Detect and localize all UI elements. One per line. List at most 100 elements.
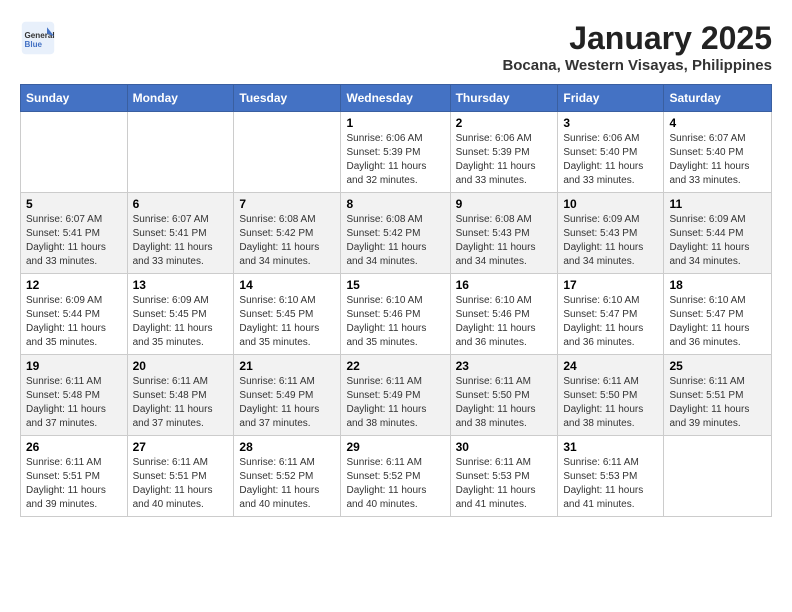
day-info: Sunrise: 6:11 AM Sunset: 5:48 PM Dayligh… xyxy=(133,375,229,431)
day-number: 2 xyxy=(456,116,553,130)
calendar-cell: 15 Sunrise: 6:10 AM Sunset: 5:46 PM Dayli… xyxy=(341,274,450,355)
day-number: 13 xyxy=(133,278,229,292)
day-info: Sunrise: 6:11 AM Sunset: 5:50 PM Dayligh… xyxy=(456,375,553,431)
day-number: 20 xyxy=(133,359,229,373)
calendar-cell: 21 Sunrise: 6:11 AM Sunset: 5:49 PM Dayli… xyxy=(234,355,341,436)
day-number: 3 xyxy=(563,116,658,130)
day-info: Sunrise: 6:07 AM Sunset: 5:40 PM Dayligh… xyxy=(669,132,766,188)
calendar-cell: 28 Sunrise: 6:11 AM Sunset: 5:52 PM Dayli… xyxy=(234,436,341,517)
day-info: Sunrise: 6:11 AM Sunset: 5:48 PM Dayligh… xyxy=(26,375,122,431)
calendar-cell: 30 Sunrise: 6:11 AM Sunset: 5:53 PM Dayli… xyxy=(450,436,558,517)
day-info: Sunrise: 6:11 AM Sunset: 5:49 PM Dayligh… xyxy=(239,375,335,431)
calendar-cell: 14Sunrise: 6:10 AM Sunset: 5:45 PM Dayli… xyxy=(234,274,341,355)
day-info: Sunrise: 6:09 AM Sunset: 5:44 PM Dayligh… xyxy=(669,213,766,269)
calendar-cell: 18Sunrise: 6:10 AM Sunset: 5:47 PM Dayli… xyxy=(664,274,772,355)
calendar-cell: 8Sunrise: 6:08 AM Sunset: 5:42 PM Daylig… xyxy=(341,193,450,274)
day-info: Sunrise: 6:11 AM Sunset: 5:53 PM Dayligh… xyxy=(456,456,553,512)
header-day-monday: Monday xyxy=(127,85,234,112)
week-row-2: 12 Sunrise: 6:09 AM Sunset: 5:44 PM Dayli… xyxy=(21,274,772,355)
day-number: 12 xyxy=(26,278,122,292)
week-row-0: 1 Sunrise: 6:06 AM Sunset: 5:39 PM Daylig… xyxy=(21,112,772,193)
day-number: 16 xyxy=(456,278,553,292)
calendar-cell: 13 Sunrise: 6:09 AM Sunset: 5:45 PM Dayli… xyxy=(127,274,234,355)
calendar-cell: 7 Sunrise: 6:08 AM Sunset: 5:42 PM Daylig… xyxy=(234,193,341,274)
week-row-3: 19 Sunrise: 6:11 AM Sunset: 5:48 PM Dayli… xyxy=(21,355,772,436)
calendar-cell: 20 Sunrise: 6:11 AM Sunset: 5:48 PM Dayli… xyxy=(127,355,234,436)
day-info: Sunrise: 6:06 AM Sunset: 5:39 PM Dayligh… xyxy=(456,132,553,188)
header-day-thursday: Thursday xyxy=(450,85,558,112)
day-info: Sunrise: 6:11 AM Sunset: 5:52 PM Dayligh… xyxy=(346,456,444,512)
day-number: 4 xyxy=(669,116,766,130)
day-info: Sunrise: 6:09 AM Sunset: 5:45 PM Dayligh… xyxy=(133,294,229,350)
calendar-cell xyxy=(234,112,341,193)
day-info: Sunrise: 6:08 AM Sunset: 5:42 PM Dayligh… xyxy=(346,213,444,269)
day-number: 10 xyxy=(563,197,658,211)
day-number: 25 xyxy=(669,359,766,373)
day-info: Sunrise: 6:08 AM Sunset: 5:43 PM Dayligh… xyxy=(456,213,553,269)
calendar-cell: 17 Sunrise: 6:10 AM Sunset: 5:47 PM Dayli… xyxy=(558,274,664,355)
calendar-cell: 27 Sunrise: 6:11 AM Sunset: 5:51 PM Dayli… xyxy=(127,436,234,517)
page-header: General Blue January 2025 Bocana, Wester… xyxy=(20,20,772,74)
day-number: 30 xyxy=(456,440,553,454)
calendar-header: SundayMondayTuesdayWednesdayThursdayFrid… xyxy=(21,85,772,112)
calendar-cell: 29 Sunrise: 6:11 AM Sunset: 5:52 PM Dayli… xyxy=(341,436,450,517)
day-info: Sunrise: 6:11 AM Sunset: 5:53 PM Dayligh… xyxy=(563,456,658,512)
day-number: 18 xyxy=(669,278,766,292)
day-number: 23 xyxy=(456,359,553,373)
day-info: Sunrise: 6:06 AM Sunset: 5:39 PM Dayligh… xyxy=(346,132,444,188)
day-info: Sunrise: 6:11 AM Sunset: 5:52 PM Dayligh… xyxy=(239,456,335,512)
calendar-cell: 4 Sunrise: 6:07 AM Sunset: 5:40 PM Daylig… xyxy=(664,112,772,193)
logo-icon: General Blue xyxy=(20,20,56,56)
calendar-cell: 3 Sunrise: 6:06 AM Sunset: 5:40 PM Daylig… xyxy=(558,112,664,193)
week-row-4: 26 Sunrise: 6:11 AM Sunset: 5:51 PM Dayli… xyxy=(21,436,772,517)
week-row-1: 5 Sunrise: 6:07 AM Sunset: 5:41 PM Daylig… xyxy=(21,193,772,274)
day-info: Sunrise: 6:10 AM Sunset: 5:46 PM Dayligh… xyxy=(346,294,444,350)
calendar-cell: 23 Sunrise: 6:11 AM Sunset: 5:50 PM Dayli… xyxy=(450,355,558,436)
calendar-cell: 11 Sunrise: 6:09 AM Sunset: 5:44 PM Dayli… xyxy=(664,193,772,274)
header-day-tuesday: Tuesday xyxy=(234,85,341,112)
day-number: 19 xyxy=(26,359,122,373)
day-number: 21 xyxy=(239,359,335,373)
day-number: 28 xyxy=(239,440,335,454)
day-info: Sunrise: 6:10 AM Sunset: 5:45 PM Dayligh… xyxy=(239,294,335,350)
day-number: 7 xyxy=(239,197,335,211)
day-number: 31 xyxy=(563,440,658,454)
day-info: Sunrise: 6:11 AM Sunset: 5:50 PM Dayligh… xyxy=(563,375,658,431)
day-number: 1 xyxy=(346,116,444,130)
day-info: Sunrise: 6:11 AM Sunset: 5:49 PM Dayligh… xyxy=(346,375,444,431)
day-info: Sunrise: 6:11 AM Sunset: 5:51 PM Dayligh… xyxy=(133,456,229,512)
day-number: 17 xyxy=(563,278,658,292)
calendar-body: 1 Sunrise: 6:06 AM Sunset: 5:39 PM Daylig… xyxy=(21,112,772,517)
day-number: 11 xyxy=(669,197,766,211)
calendar-table: SundayMondayTuesdayWednesdayThursdayFrid… xyxy=(20,84,772,517)
day-info: Sunrise: 6:06 AM Sunset: 5:40 PM Dayligh… xyxy=(563,132,658,188)
header-day-sunday: Sunday xyxy=(21,85,128,112)
day-number: 22 xyxy=(346,359,444,373)
day-number: 15 xyxy=(346,278,444,292)
header-day-saturday: Saturday xyxy=(664,85,772,112)
calendar-cell xyxy=(21,112,128,193)
day-info: Sunrise: 6:07 AM Sunset: 5:41 PM Dayligh… xyxy=(133,213,229,269)
calendar-cell: 1 Sunrise: 6:06 AM Sunset: 5:39 PM Daylig… xyxy=(341,112,450,193)
header-row: SundayMondayTuesdayWednesdayThursdayFrid… xyxy=(21,85,772,112)
calendar-cell: 16Sunrise: 6:10 AM Sunset: 5:46 PM Dayli… xyxy=(450,274,558,355)
day-number: 26 xyxy=(26,440,122,454)
day-number: 27 xyxy=(133,440,229,454)
calendar-cell: 10Sunrise: 6:09 AM Sunset: 5:43 PM Dayli… xyxy=(558,193,664,274)
svg-text:Blue: Blue xyxy=(25,40,43,49)
day-number: 5 xyxy=(26,197,122,211)
day-number: 9 xyxy=(456,197,553,211)
logo: General Blue xyxy=(20,20,60,56)
day-info: Sunrise: 6:09 AM Sunset: 5:44 PM Dayligh… xyxy=(26,294,122,350)
calendar-cell xyxy=(664,436,772,517)
calendar-cell xyxy=(127,112,234,193)
day-number: 29 xyxy=(346,440,444,454)
day-info: Sunrise: 6:10 AM Sunset: 5:47 PM Dayligh… xyxy=(563,294,658,350)
calendar-cell: 19 Sunrise: 6:11 AM Sunset: 5:48 PM Dayli… xyxy=(21,355,128,436)
calendar-cell: 9 Sunrise: 6:08 AM Sunset: 5:43 PM Daylig… xyxy=(450,193,558,274)
day-info: Sunrise: 6:11 AM Sunset: 5:51 PM Dayligh… xyxy=(26,456,122,512)
title-block: January 2025 Bocana, Western Visayas, Ph… xyxy=(502,20,772,74)
calendar-cell: 22 Sunrise: 6:11 AM Sunset: 5:49 PM Dayli… xyxy=(341,355,450,436)
day-info: Sunrise: 6:08 AM Sunset: 5:42 PM Dayligh… xyxy=(239,213,335,269)
calendar-cell: 31 Sunrise: 6:11 AM Sunset: 5:53 PM Dayli… xyxy=(558,436,664,517)
